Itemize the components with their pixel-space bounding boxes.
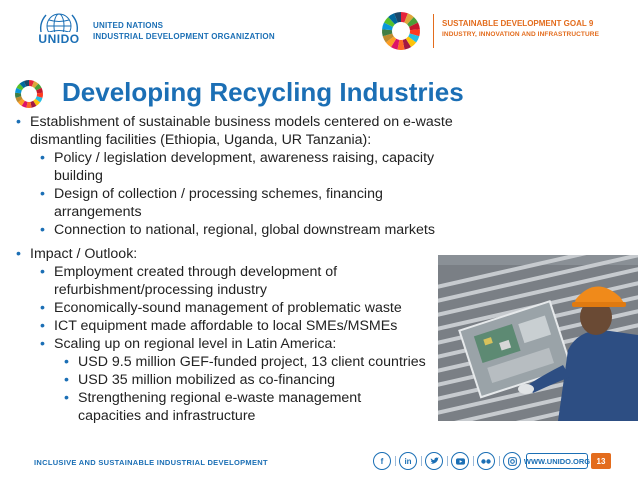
sdg-title: SUSTAINABLE DEVELOPMENT GOAL 9 (442, 19, 594, 28)
bullet-establishment: Establishment of sustainable business mo… (14, 113, 484, 149)
bullet-impact: Impact / Outlook: (14, 245, 484, 263)
twitter-icon[interactable] (425, 452, 443, 470)
bullet-policy: Policy / legislation development, awaren… (14, 149, 454, 185)
sdg-label: SUSTAINABLE DEVELOPMENT GOAL 9 INDUSTRY,… (442, 18, 599, 40)
svg-text:UNIDO: UNIDO (38, 32, 79, 46)
sdg-wheel-icon (382, 12, 420, 50)
bullet-regional: Strengthening regional e-waste managemen… (14, 389, 384, 425)
bullet-gef: USD 9.5 million GEF-funded project, 13 c… (14, 353, 484, 371)
org-name: UNITED NATIONS INDUSTRIAL DEVELOPMENT OR… (93, 20, 275, 42)
website-link[interactable]: WWW.UNIDO.ORG (524, 453, 590, 469)
instagram-icon[interactable] (503, 452, 521, 470)
goal9-ring-icon (15, 80, 43, 108)
flickr-icon[interactable] (477, 452, 495, 470)
footer-tagline: INCLUSIVE AND SUSTAINABLE INDUSTRIAL DEV… (34, 458, 268, 467)
slide-content: Establishment of sustainable business mo… (14, 113, 484, 425)
org-name-line2: INDUSTRIAL DEVELOPMENT ORGANIZATION (93, 32, 275, 41)
bullet-collection: Design of collection / processing scheme… (14, 185, 414, 221)
bullet-employment: Employment created through development o… (14, 263, 394, 299)
bullet-waste: Economically-sound management of problem… (14, 299, 484, 317)
bullet-markets: Connection to national, regional, global… (14, 221, 484, 239)
linkedin-icon[interactable]: in (399, 452, 417, 470)
sdg-divider (433, 14, 434, 48)
bullet-ict: ICT equipment made affordable to local S… (14, 317, 484, 335)
sdg-subtitle: INDUSTRY, INNOVATION AND INFRASTRUCTURE (442, 31, 600, 38)
org-name-line1: UNITED NATIONS (93, 21, 164, 30)
bullet-scaling: Scaling up on regional level in Latin Am… (14, 335, 484, 353)
bullet-cofinancing: USD 35 million mobilized as co-financing (14, 371, 484, 389)
facebook-icon[interactable]: f (373, 452, 391, 470)
slide-title: Developing Recycling Industries (62, 77, 464, 107)
slide-header: UNIDO UNITED NATIONS INDUSTRIAL DEVELOPM… (0, 0, 638, 62)
unido-logo: UNIDO (38, 13, 79, 46)
recycling-worker-photo (438, 255, 638, 421)
youtube-icon[interactable] (451, 452, 469, 470)
page-number: 13 (591, 453, 611, 469)
